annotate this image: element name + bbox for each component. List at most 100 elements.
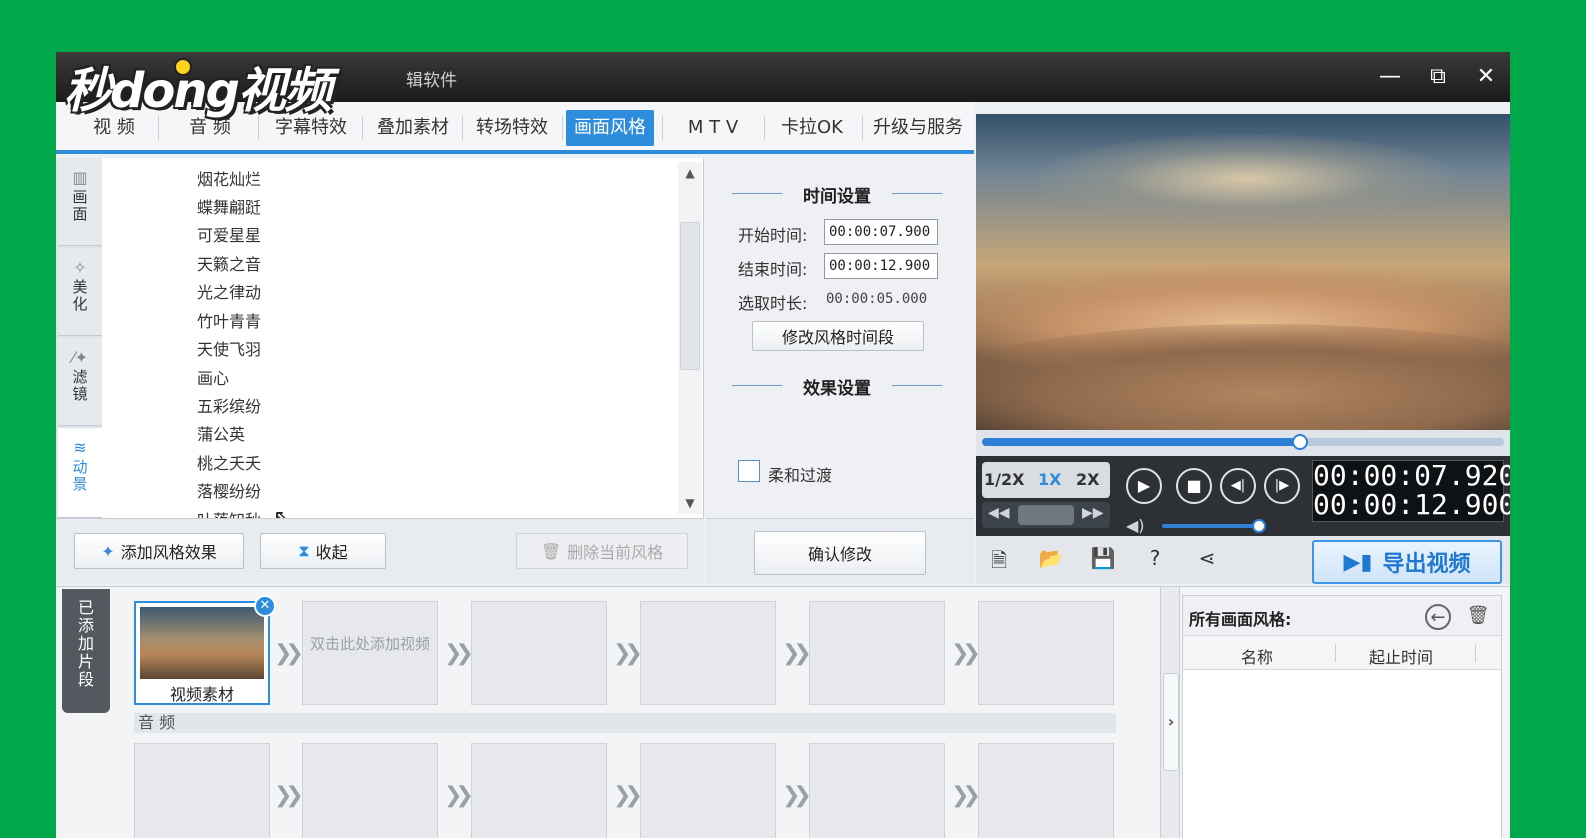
play-button[interactable]: ▶ <box>1126 468 1162 504</box>
tab-mtv[interactable]: M T V <box>664 110 762 146</box>
confirm-button[interactable]: 确认修改 <box>754 531 926 575</box>
tab-transition[interactable]: 转场特效 <box>462 110 562 146</box>
back-icon[interactable]: ← <box>1425 604 1451 630</box>
next-frame-button[interactable]: |▶ <box>1264 468 1300 504</box>
arrow-icon: ❯❯ <box>782 641 812 666</box>
volume-icon[interactable]: ◀) <box>1126 516 1145 535</box>
collapse-button[interactable]: ⧗ 收起 <box>260 533 386 569</box>
app-window: 辑软件 — ⧉ ✕ 秒dong视频 视 频 音 频 字幕特效 叠加素材 转场特效… <box>56 52 1510 838</box>
prev-frame-button[interactable]: ◀| <box>1220 468 1256 504</box>
video-clip[interactable]: 视频素材 <box>134 601 270 705</box>
help-icon[interactable]: ? <box>1140 546 1170 574</box>
empty-video-slot[interactable] <box>471 601 607 705</box>
list-item[interactable]: 烟花灿烂 <box>197 166 261 190</box>
mouse-cursor-icon: ⇖ <box>273 506 291 518</box>
list-item[interactable]: 五彩缤纷 <box>197 393 261 417</box>
film-icon: ▥ <box>72 168 88 187</box>
smooth-transition-checkbox[interactable] <box>738 460 760 482</box>
column-name[interactable]: 名称 <box>1241 644 1273 668</box>
side-tab-filter[interactable]: ⁄✦ 滤镜 <box>58 338 102 426</box>
list-item[interactable]: 光之律动 <box>197 279 261 303</box>
side-tab-picture[interactable]: ▥ 画面 <box>58 158 102 246</box>
end-time-field[interactable]: 00:00:12.900 <box>824 253 938 279</box>
modify-time-button[interactable]: 修改风格时间段 <box>752 321 924 351</box>
side-tab-motion-scene[interactable]: ≋ 动景 <box>58 428 102 518</box>
start-time-label: 开始时间: <box>738 226 808 245</box>
audio-slot[interactable] <box>302 743 438 838</box>
list-item[interactable]: 叶落知秋 <box>197 507 261 518</box>
volume-track[interactable] <box>1162 524 1260 528</box>
restore-button[interactable]: ⧉ <box>1422 62 1454 92</box>
list-item[interactable]: 天使飞羽 <box>197 336 261 360</box>
list-item[interactable]: 可爱星星 <box>197 222 261 246</box>
jog-slider[interactable]: ◀◀ ▶▶ <box>982 502 1110 528</box>
start-time-field[interactable]: 00:00:07.900 <box>824 219 938 245</box>
audio-slot[interactable] <box>978 743 1114 838</box>
speed-normal[interactable]: 1X <box>1038 470 1061 489</box>
audio-slot[interactable] <box>134 743 270 838</box>
empty-video-slot[interactable] <box>978 601 1114 705</box>
tab-picture-style[interactable]: 画面风格 <box>566 110 654 146</box>
delete-style-button[interactable]: 🗑 删除当前风格 <box>516 533 688 569</box>
scroll-down-icon[interactable]: ▼ <box>678 492 702 514</box>
stop-button[interactable]: ■ <box>1176 468 1212 504</box>
jog-handle[interactable] <box>1018 505 1074 525</box>
remove-clip-icon[interactable]: ✕ <box>254 595 276 617</box>
volume-handle[interactable] <box>1252 519 1267 533</box>
added-clips-tag: 已添加片段 <box>62 589 110 713</box>
list-item[interactable]: 落樱纷纷 <box>197 478 261 502</box>
column-time[interactable]: 起止时间 <box>1369 644 1433 668</box>
fast-forward-icon[interactable]: ▶▶ <box>1082 505 1104 521</box>
share-icon[interactable]: ⋖ <box>1192 546 1222 574</box>
arrow-icon: ❯❯ <box>444 783 474 808</box>
empty-video-slot[interactable] <box>640 601 776 705</box>
list-scrollbar[interactable]: ▲ ▼ <box>678 162 702 514</box>
tab-upgrade-service[interactable]: 升级与服务 <box>864 110 972 146</box>
add-style-button[interactable]: ✦ 添加风格效果 <box>74 533 244 569</box>
all-styles-panel: 所有画面风格: ← 🗑 名称 起止时间 <box>1182 595 1502 838</box>
list-item[interactable]: 竹叶青青 <box>197 308 261 332</box>
speed-selector: 1/2X 1X 2X <box>982 462 1110 498</box>
audio-slot[interactable] <box>809 743 945 838</box>
list-item[interactable]: 蝶舞翩跹 <box>197 194 261 218</box>
empty-video-slot[interactable] <box>809 601 945 705</box>
list-item[interactable]: 蒲公英 <box>197 421 245 445</box>
wave-icon: ≋ <box>73 438 87 457</box>
arrow-icon: ❯❯ <box>444 641 474 666</box>
speed-double[interactable]: 2X <box>1076 470 1099 489</box>
scroll-up-icon[interactable]: ▲ <box>678 162 702 184</box>
speed-half[interactable]: 1/2X <box>984 470 1024 489</box>
export-video-button[interactable]: ▶▮ 导出视频 <box>1312 540 1502 584</box>
list-item[interactable]: 画心 <box>197 365 229 389</box>
scrollbar-thumb[interactable] <box>680 222 700 370</box>
side-tab-beautify[interactable]: ✧ 美化 <box>58 248 102 336</box>
minimize-button[interactable]: — <box>1374 62 1406 92</box>
trash-icon[interactable]: 🗑 <box>1465 604 1491 630</box>
add-video-slot[interactable]: 双击此处添加视频 <box>302 601 438 705</box>
arrow-icon: ❯❯ <box>274 783 304 808</box>
style-list: 烟花灿烂 蝶舞翩跹 可爱星星 天籁之音 光之律动 竹叶青青 天使飞羽 画心 五彩… <box>102 158 704 518</box>
seek-bar[interactable] <box>976 430 1510 456</box>
panel-splitter[interactable]: › <box>1160 587 1180 838</box>
seek-handle[interactable] <box>1292 434 1309 450</box>
hourglass-icon: ⧗ <box>298 541 310 560</box>
total-time: 00:00:12.900 <box>1313 488 1510 521</box>
audio-slot[interactable] <box>471 743 607 838</box>
new-project-icon[interactable]: 🗎 <box>984 546 1014 574</box>
arrow-icon: ❯❯ <box>613 641 643 666</box>
arrow-icon: ❯❯ <box>782 783 812 808</box>
tab-karaoke[interactable]: 卡拉OK <box>764 110 860 146</box>
audio-slot[interactable] <box>640 743 776 838</box>
close-button[interactable]: ✕ <box>1470 62 1502 92</box>
list-item[interactable]: 天籁之音 <box>197 251 261 275</box>
prev-frame-icon: ◀| <box>1230 478 1246 493</box>
open-folder-icon[interactable]: 📂 <box>1036 546 1066 574</box>
magic-icon: ✧ <box>73 258 87 277</box>
volume-control[interactable]: ◀) <box>1126 516 1276 536</box>
save-icon[interactable]: 💾 <box>1088 546 1118 574</box>
rewind-icon[interactable]: ◀◀ <box>988 505 1010 521</box>
end-time-label: 结束时间: <box>738 260 808 279</box>
list-item[interactable]: 桃之夭夭 <box>197 450 261 474</box>
expand-chevron-icon[interactable]: › <box>1163 673 1179 771</box>
trash-icon: 🗑 <box>540 541 562 561</box>
